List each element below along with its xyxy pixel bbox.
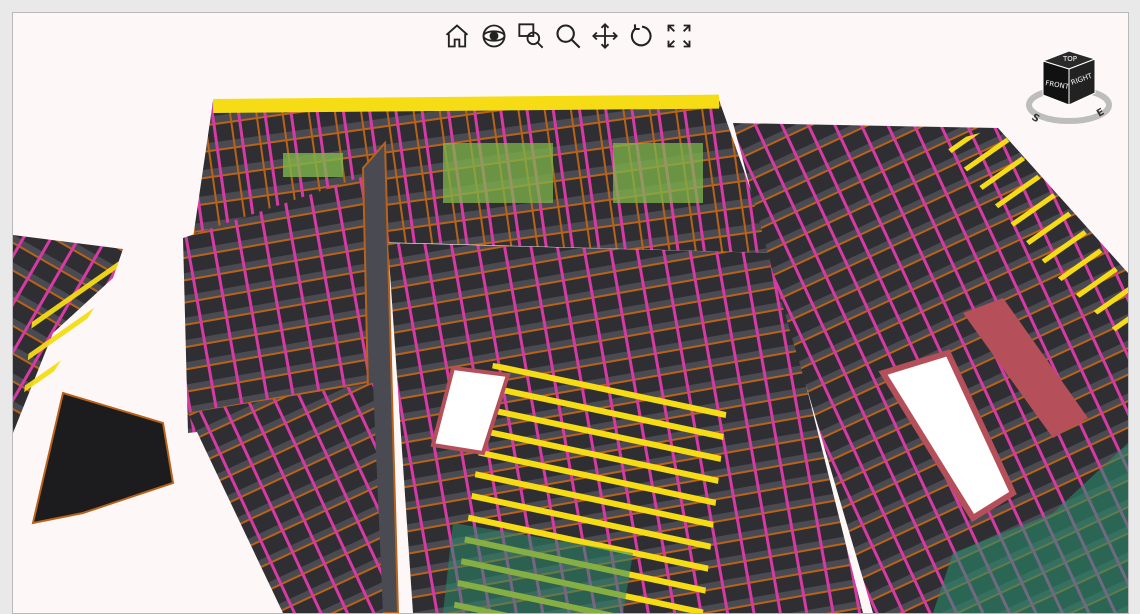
green-panel-2 [443,143,553,203]
green-panel-1 [283,153,343,177]
zoom-window-button[interactable] [513,19,549,53]
pan-button[interactable] [587,19,623,53]
lower-left-roof [188,383,383,613]
cube-top-label: TOP [1062,55,1077,63]
green-panel-3 [613,143,703,203]
viewcube[interactable]: S E TOP FRONT RIGHT [1025,47,1113,129]
zoom-window-icon [518,23,544,49]
fullscreen-button[interactable] [661,19,697,53]
3d-viewport[interactable]: S E TOP FRONT RIGHT [12,12,1129,614]
orbit-icon [482,24,506,48]
left-gable-wall [31,391,175,525]
rotate-button[interactable] [624,19,660,53]
home-button[interactable] [439,19,475,53]
viewer-toolbar [439,19,697,53]
magnifier-icon [556,24,581,49]
fullscreen-icon [667,24,691,48]
pan-arrows-icon [592,23,618,49]
home-icon [445,24,469,48]
zoom-button[interactable] [550,19,586,53]
orbit-button[interactable] [476,19,512,53]
rotate-icon [630,24,652,47]
roof-model-canvas[interactable] [13,13,1128,613]
